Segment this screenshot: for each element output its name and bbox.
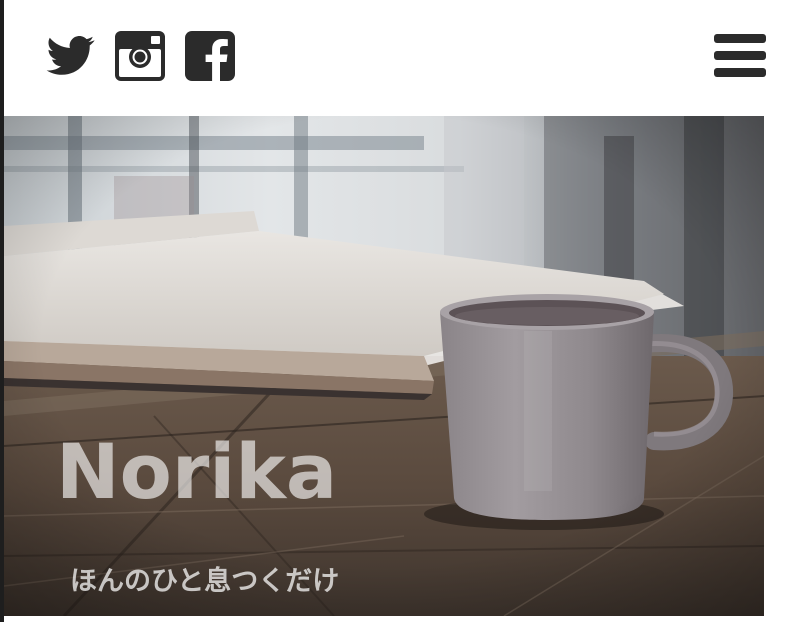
site-tagline: ほんのひと息つくだけ: [70, 566, 340, 597]
site-header: [4, 0, 786, 116]
social-links: [44, 30, 236, 82]
site-title: Norika: [56, 427, 338, 516]
hamburger-menu-icon[interactable]: [712, 32, 768, 80]
instagram-icon[interactable]: [114, 30, 166, 82]
hero-banner: Norika ほんのひと息つくだけ: [4, 116, 764, 616]
twitter-icon[interactable]: [44, 30, 96, 82]
facebook-icon[interactable]: [184, 30, 236, 82]
hero-photo: [4, 116, 764, 616]
page: Norika ほんのひと息つくだけ: [0, 0, 786, 622]
